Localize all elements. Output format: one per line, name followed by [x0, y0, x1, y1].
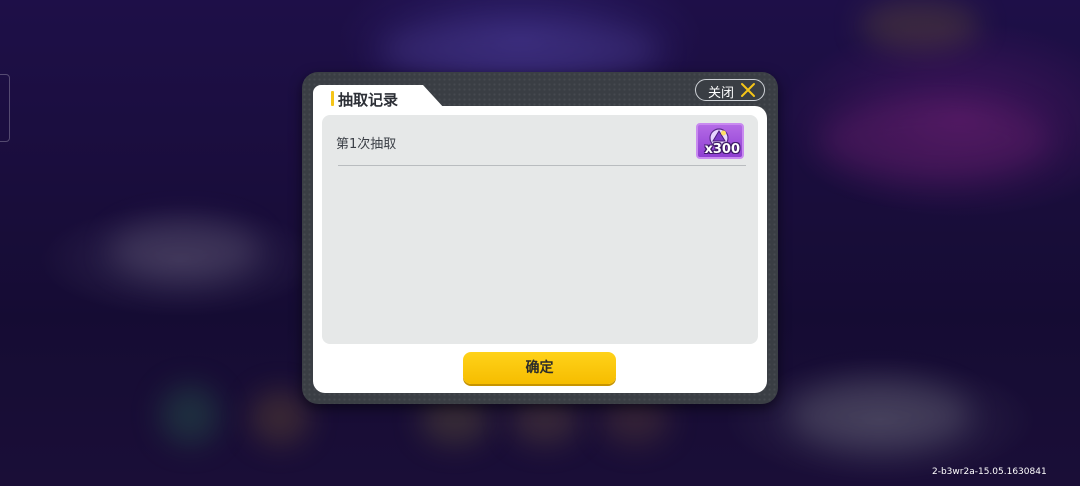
title-accent-bar — [331, 91, 334, 106]
close-button-label: 关闭 — [708, 86, 735, 101]
record-list[interactable]: 第1次抽取 x300 — [322, 115, 758, 344]
side-drawer-handle[interactable] — [0, 74, 10, 142]
close-button[interactable]: 关闭 — [695, 79, 765, 101]
reward-count: x300 — [704, 142, 740, 157]
list-item: 第1次抽取 x300 — [322, 115, 758, 167]
close-icon — [741, 83, 755, 97]
draw-record-dialog: 抽取记录 关闭 第1次抽取 x300 确定 — [302, 72, 778, 404]
row-divider — [338, 165, 746, 166]
record-label: 第1次抽取 — [336, 137, 397, 152]
build-version-label: 2-b3wr2a-15.05.1630841 — [932, 467, 1047, 477]
dialog-title: 抽取记录 — [338, 91, 399, 109]
confirm-button[interactable]: 确定 — [463, 352, 616, 384]
reward-item[interactable]: x300 — [696, 123, 744, 159]
